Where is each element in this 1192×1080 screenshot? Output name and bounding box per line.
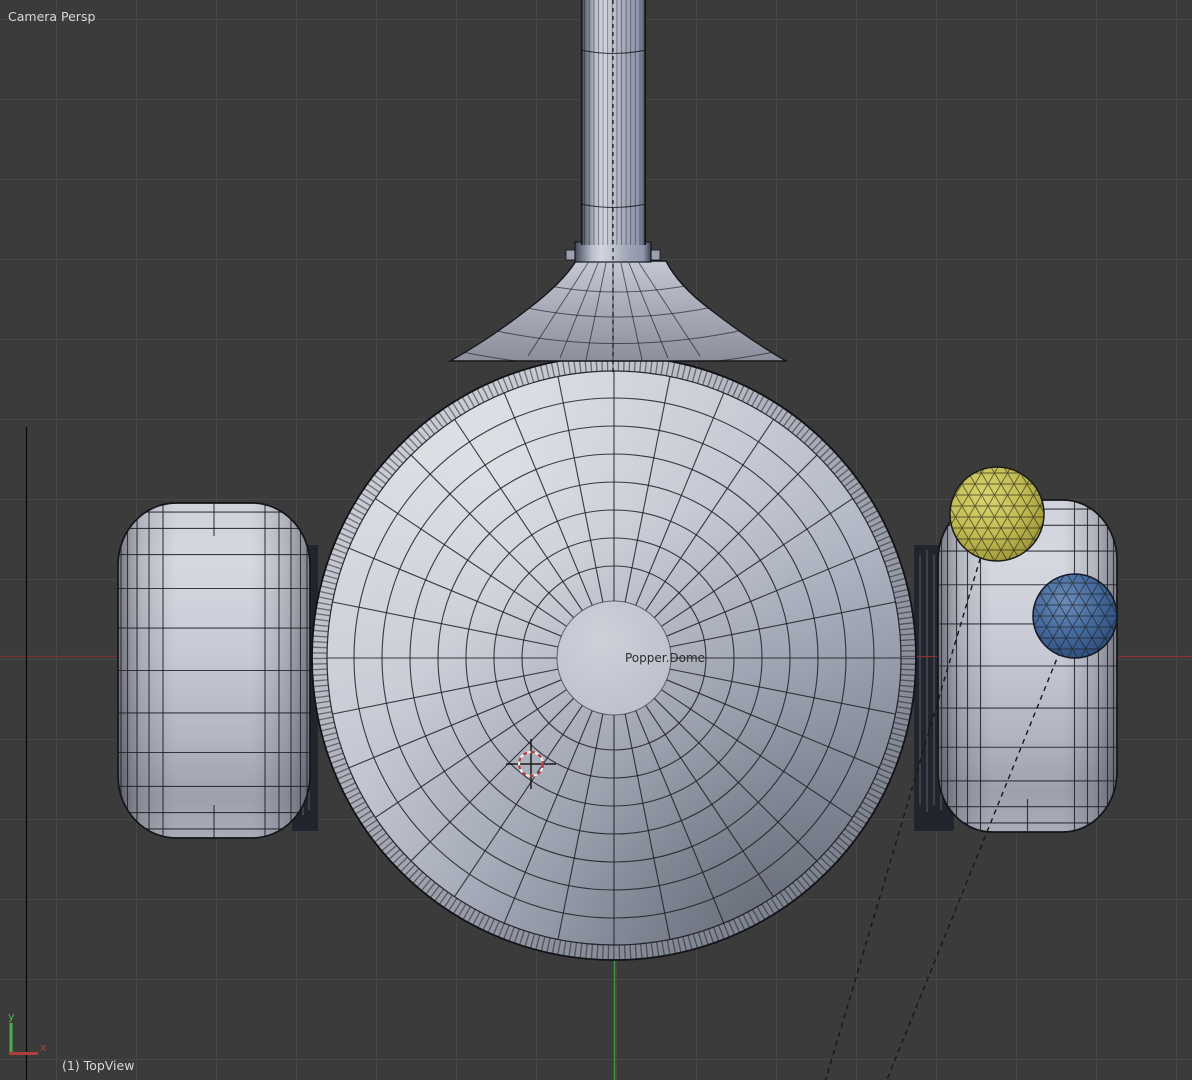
view-name-label: (1) TopView — [62, 1058, 134, 1073]
object-name-label: Popper.Dome — [625, 651, 705, 665]
popper-dome-object[interactable] — [311, 355, 917, 961]
3d-viewport[interactable]: y x Camera Persp (1) TopView Popper.Dome — [0, 0, 1192, 1080]
yellow-sphere[interactable] — [949, 466, 1045, 562]
gizmo-x-label: x — [40, 1041, 47, 1054]
blue-sphere[interactable] — [1032, 573, 1118, 659]
viewport-scene: y x Camera Persp (1) TopView Popper.Dome — [0, 0, 1192, 1080]
gizmo-y-label: y — [8, 1010, 15, 1023]
left-wheel[interactable] — [117, 502, 311, 839]
view-mode-label: Camera Persp — [8, 9, 95, 24]
